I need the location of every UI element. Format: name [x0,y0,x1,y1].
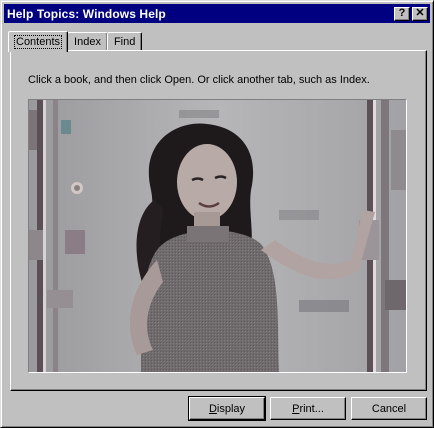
display-button[interactable]: Display [188,396,266,421]
help-topics-window: Help Topics: Windows Help ? ✕ Contents I… [0,0,434,428]
cancel-button[interactable]: Cancel [351,397,427,420]
print-button-label: Print... [292,402,324,415]
contents-image [28,99,407,373]
tab-contents-label: Contents [13,35,63,49]
instructions-text: Click a book, and then click Open. Or cl… [28,74,370,86]
tab-strip: Contents Index Find [8,30,143,52]
dialog-buttons: Display Print... Cancel [1,396,434,421]
tab-find-label: Find [113,36,136,48]
tab-contents[interactable]: Contents [8,31,69,52]
tab-index[interactable]: Index [67,32,108,51]
question-mark-icon: ? [398,7,406,19]
tab-index-label: Index [74,36,101,48]
window-title: Help Topics: Windows Help [7,6,166,21]
display-button-label: Display [208,402,246,415]
title-bar[interactable]: Help Topics: Windows Help ? ✕ [4,4,430,23]
contents-panel: Click a book, and then click Open. Or cl… [10,50,427,391]
close-button[interactable]: ✕ [412,6,428,21]
print-button[interactable]: Print... [270,397,346,420]
close-icon: ✕ [415,7,425,19]
photo-portrait-image [29,100,406,372]
help-button[interactable]: ? [394,6,410,21]
cancel-button-label: Cancel [371,402,407,415]
tab-find[interactable]: Find [106,32,143,51]
